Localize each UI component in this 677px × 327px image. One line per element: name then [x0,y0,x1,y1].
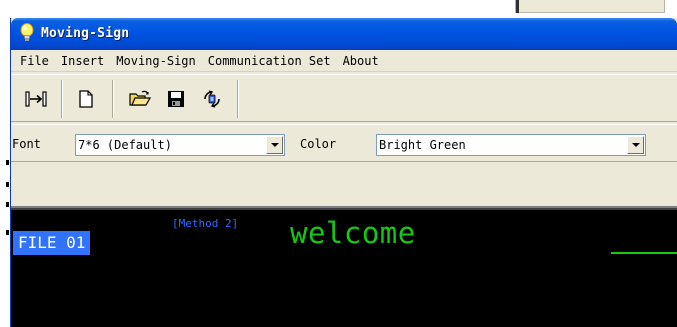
sign-message-text[interactable]: welcome [290,216,416,250]
toolbar [11,74,677,122]
new-button[interactable] [73,86,99,112]
new-document-icon [79,90,93,108]
font-label: Font [12,137,41,151]
toolbar-separator [237,80,239,118]
save-disk-icon [168,91,184,107]
menu-moving-sign[interactable]: Moving-Sign [110,51,201,71]
window-title: Moving-Sign [41,26,130,41]
font-color-bar: Font 7*6 (Default) Color Bright Green [11,124,677,162]
send-to-sign-icon [204,90,220,108]
font-select-value: 7*6 (Default) [78,138,172,152]
send-button[interactable] [199,86,225,112]
background-window-fragment [515,0,665,13]
menu-communication-set[interactable]: Communication Set [202,51,337,71]
chevron-down-icon [631,143,640,147]
color-select-value: Bright Green [379,138,466,152]
desktop-mark [6,182,9,187]
color-dropdown-button[interactable] [627,136,644,154]
font-dropdown-button[interactable] [266,136,283,154]
open-button[interactable] [127,86,153,112]
text-cursor-line [611,252,677,254]
save-button[interactable] [163,86,189,112]
lightbulb-icon [20,23,34,41]
menu-bar: File Insert Moving-Sign Communication Se… [11,50,677,72]
color-label: Color [300,137,337,151]
connect-arrows-icon [25,91,47,107]
sign-canvas[interactable]: FILE 01 [Method 2] welcome [11,208,677,327]
chevron-down-icon [270,143,279,147]
toolbar-separator [112,80,114,118]
app-window: Moving-Sign File Insert Moving-Sign Comm… [10,18,677,327]
desktop-mark [6,202,9,207]
color-select[interactable]: Bright Green [376,134,646,156]
open-folder-icon [129,90,151,106]
desktop-mark [6,230,9,235]
toolbar-separator [61,80,63,118]
menu-insert[interactable]: Insert [55,51,110,71]
menu-about[interactable]: About [337,51,385,71]
font-select[interactable]: 7*6 (Default) [75,134,285,156]
menu-file[interactable]: File [14,51,55,71]
desktop-mark [6,160,9,165]
file-label[interactable]: FILE 01 [13,231,91,255]
method-label: [Method 2] [172,217,239,230]
connect-button[interactable] [23,86,49,112]
title-bar[interactable]: Moving-Sign [11,18,677,50]
